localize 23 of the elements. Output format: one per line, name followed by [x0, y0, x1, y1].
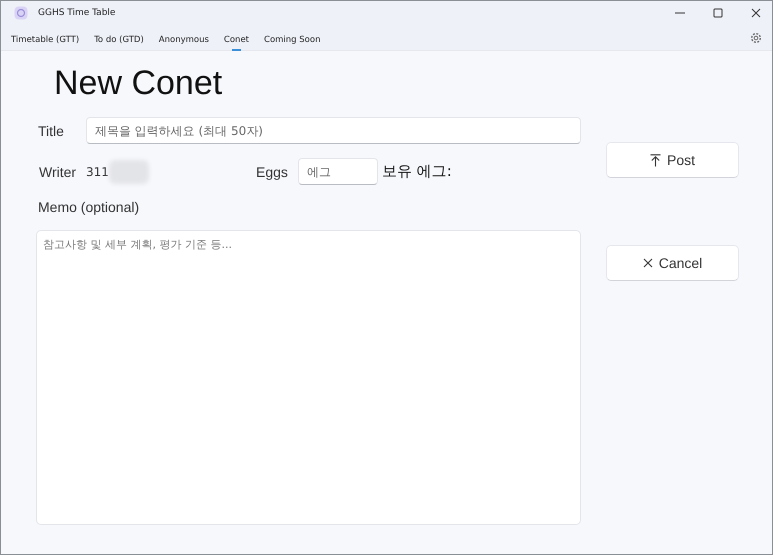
- settings-icon[interactable]: [750, 32, 762, 44]
- eggs-label: Eggs: [256, 164, 288, 180]
- close-icon: [642, 258, 653, 268]
- app-icon: [14, 6, 28, 20]
- upload-icon: [650, 154, 661, 166]
- tab[interactable]: Coming Soon: [264, 28, 320, 51]
- post-button[interactable]: Post: [606, 142, 739, 178]
- tab[interactable]: Timetable (GTT): [11, 28, 80, 51]
- close-icon[interactable]: [751, 8, 761, 18]
- memo-field[interactable]: 참고사항 및 세부 계획, 평가 기준 등...: [36, 230, 581, 525]
- maximize-icon[interactable]: [713, 8, 723, 18]
- title-label: Title: [37, 122, 65, 138]
- page-heading: New Conet: [54, 64, 224, 103]
- cancel-button[interactable]: Cancel: [606, 245, 739, 281]
- owned-eggs-label: 보유 에그:: [382, 162, 452, 181]
- writer-value: 311: [86, 164, 109, 178]
- tab[interactable]: Anonymous: [158, 28, 209, 51]
- memo-label: Memo (optional): [37, 199, 140, 215]
- title-field[interactable]: 제목을 입력하세요 (최대 50자): [86, 117, 581, 144]
- window-title: GGHS Time Table: [38, 8, 116, 18]
- eggs-field[interactable]: 에그: [298, 158, 378, 185]
- writer-label: Writer: [38, 164, 78, 180]
- tab[interactable]: To do (GTD): [94, 28, 144, 51]
